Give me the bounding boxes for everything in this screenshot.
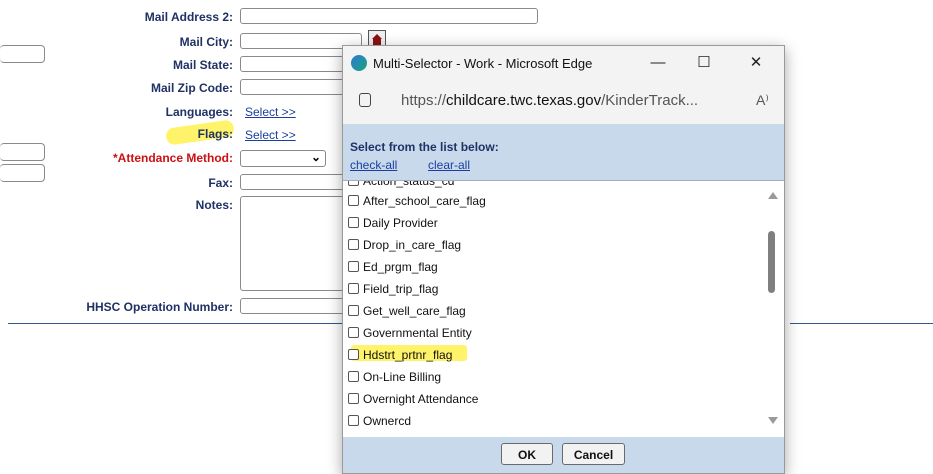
item-label: Ed_prgm_flag — [363, 260, 438, 274]
item-label: Action_status_cd — [363, 180, 455, 188]
mail-address-2-label: Mail Address 2: — [144, 10, 233, 24]
window-title: Multi-Selector - Work - Microsoft Edge — [373, 56, 593, 71]
notes-textarea[interactable] — [240, 196, 350, 291]
address-bar[interactable]: https://childcare.twc.texas.gov/KinderTr… — [343, 80, 784, 122]
mail-zip-label: Mail Zip Code: — [151, 81, 233, 95]
item-label: After_school_care_flag — [363, 194, 486, 208]
hhsc-label: HHSC Operation Number: — [86, 300, 233, 314]
item-label: Ownercd — [363, 414, 412, 428]
read-aloud-icon[interactable]: A⁾ — [756, 92, 769, 109]
scroll-down-icon[interactable] — [768, 417, 778, 424]
maximize-button[interactable]: ☐ — [689, 52, 719, 74]
checkbox[interactable] — [348, 371, 359, 382]
flags-label: Flags: — [197, 127, 233, 141]
languages-label: Languages: — [165, 105, 233, 119]
chevron-down-icon: ⌄ — [310, 150, 321, 164]
edge-logo-icon — [351, 55, 367, 71]
attendance-method-label: *Attendance Method: — [113, 151, 233, 165]
mail-state-label: Mail State: — [172, 58, 233, 72]
checkbox[interactable] — [348, 195, 359, 206]
item-label: Field_trip_flag — [363, 282, 439, 296]
site-info-icon[interactable] — [359, 93, 371, 107]
flag-list[interactable]: Action_status_cd After_school_care_flag … — [343, 180, 784, 438]
item-label: Governmental Entity — [363, 326, 472, 340]
hhsc-input[interactable] — [240, 298, 350, 314]
mail-zip-input[interactable] — [240, 79, 350, 95]
scroll-up-icon[interactable] — [768, 192, 778, 199]
close-button[interactable]: ✕ — [741, 52, 771, 74]
scroll-thumb[interactable] — [768, 231, 775, 293]
item-label: Hdstrt_prtnr_flag — [363, 348, 453, 362]
checkbox[interactable] — [348, 239, 359, 250]
divider-line-right — [790, 323, 933, 324]
cancel-button[interactable]: Cancel — [562, 443, 625, 465]
checkbox[interactable] — [348, 261, 359, 272]
clear-all-link[interactable]: clear-all — [428, 158, 470, 172]
item-label: Drop_in_care_flag — [363, 238, 462, 252]
fax-input[interactable] — [240, 174, 350, 190]
attendance-method-select[interactable]: ⌄ — [240, 150, 326, 167]
scrollbar[interactable] — [765, 182, 781, 437]
item-label: Overnight Attendance — [363, 392, 479, 406]
checkbox[interactable] — [348, 283, 359, 294]
minimize-button[interactable]: — — [643, 52, 673, 74]
multi-selector-window: Multi-Selector - Work - Microsoft Edge —… — [342, 45, 785, 474]
languages-select-link[interactable]: Select >> — [245, 105, 296, 119]
selector-footer: OK Cancel — [343, 437, 784, 473]
url-prefix: https:// — [401, 92, 447, 109]
ok-button[interactable]: OK — [501, 443, 553, 465]
page-content: Select from the list below: check-all cl… — [343, 124, 784, 473]
checkbox[interactable] — [348, 181, 359, 186]
notes-label: Notes: — [195, 198, 233, 212]
check-all-link[interactable]: check-all — [350, 158, 397, 172]
item-label: Get_well_care_flag — [363, 304, 466, 318]
selector-header: Select from the list below: check-all cl… — [343, 124, 784, 180]
checkbox[interactable] — [348, 217, 359, 228]
item-label: Daily Provider — [363, 216, 438, 230]
checkbox[interactable] — [348, 327, 359, 338]
checkbox[interactable] — [348, 415, 359, 426]
checkbox[interactable] — [348, 393, 359, 404]
fax-label: Fax: — [208, 176, 233, 190]
mail-address-2-input[interactable] — [240, 8, 538, 24]
url-host: childcare.twc.texas.gov — [446, 92, 602, 109]
checkbox[interactable] — [348, 305, 359, 316]
divider-line — [8, 323, 343, 324]
mail-state-input[interactable] — [240, 56, 350, 72]
mail-city-label: Mail City: — [179, 35, 233, 49]
url-text[interactable]: https://childcare.twc.texas.gov/KinderTr… — [401, 92, 698, 109]
title-bar[interactable]: Multi-Selector - Work - Microsoft Edge —… — [343, 46, 784, 80]
url-path: /KinderTrack... — [601, 92, 699, 109]
flags-select-link[interactable]: Select >> — [245, 128, 296, 142]
header-title: Select from the list below: — [350, 140, 499, 154]
checkbox[interactable] — [348, 349, 359, 360]
item-label: On-Line Billing — [363, 370, 442, 384]
